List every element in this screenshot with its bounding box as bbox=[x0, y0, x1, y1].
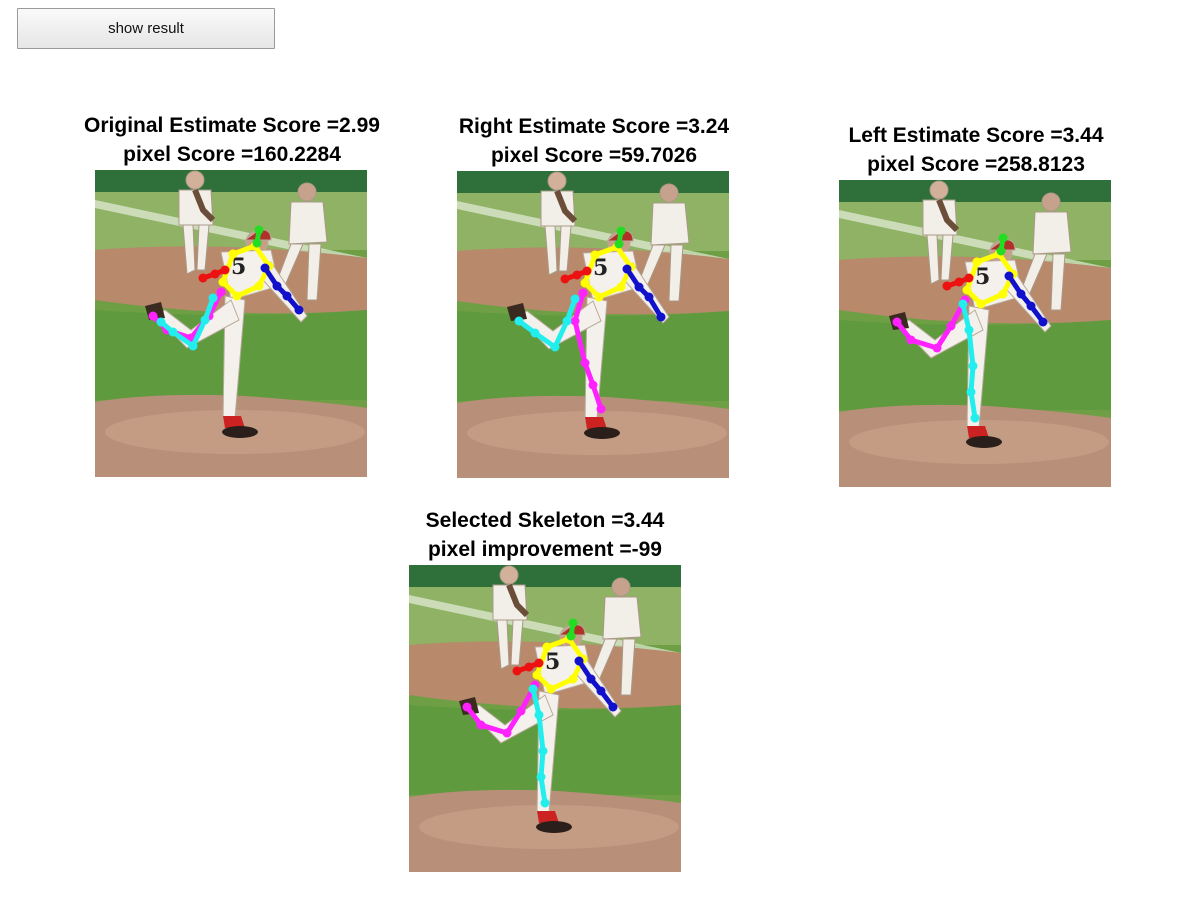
pose-estimate-image: 5 bbox=[409, 565, 681, 872]
show-result-button[interactable]: show result bbox=[17, 8, 275, 49]
panel-title: Right Estimate Score =3.24 pixel Score =… bbox=[384, 112, 804, 170]
pose-estimate-image: 5 bbox=[95, 170, 367, 477]
panel-title: Original Estimate Score =2.99 pixel Scor… bbox=[22, 111, 442, 169]
original-pixel-score: pixel Score =160.2284 bbox=[123, 143, 341, 166]
pose-estimate-image: 5 bbox=[839, 180, 1111, 487]
pose-estimate-image: 5 bbox=[457, 171, 729, 478]
panel-title: Selected Skeleton =3.44 pixel improvemen… bbox=[335, 506, 755, 564]
right-estimate-score: Right Estimate Score =3.24 bbox=[458, 115, 730, 138]
pixel-improvement: pixel improvement =-99 bbox=[427, 538, 662, 561]
original-estimate-score: Original Estimate Score =2.99 bbox=[84, 114, 380, 137]
right-pixel-score: pixel Score =59.7026 bbox=[490, 144, 698, 167]
selected-skeleton-score: Selected Skeleton =3.44 bbox=[425, 509, 665, 532]
left-estimate-score: Left Estimate Score =3.44 bbox=[848, 124, 1104, 147]
left-pixel-score: pixel Score =258.8123 bbox=[867, 153, 1085, 176]
panel-title: Left Estimate Score =3.44 pixel Score =2… bbox=[766, 121, 1186, 179]
